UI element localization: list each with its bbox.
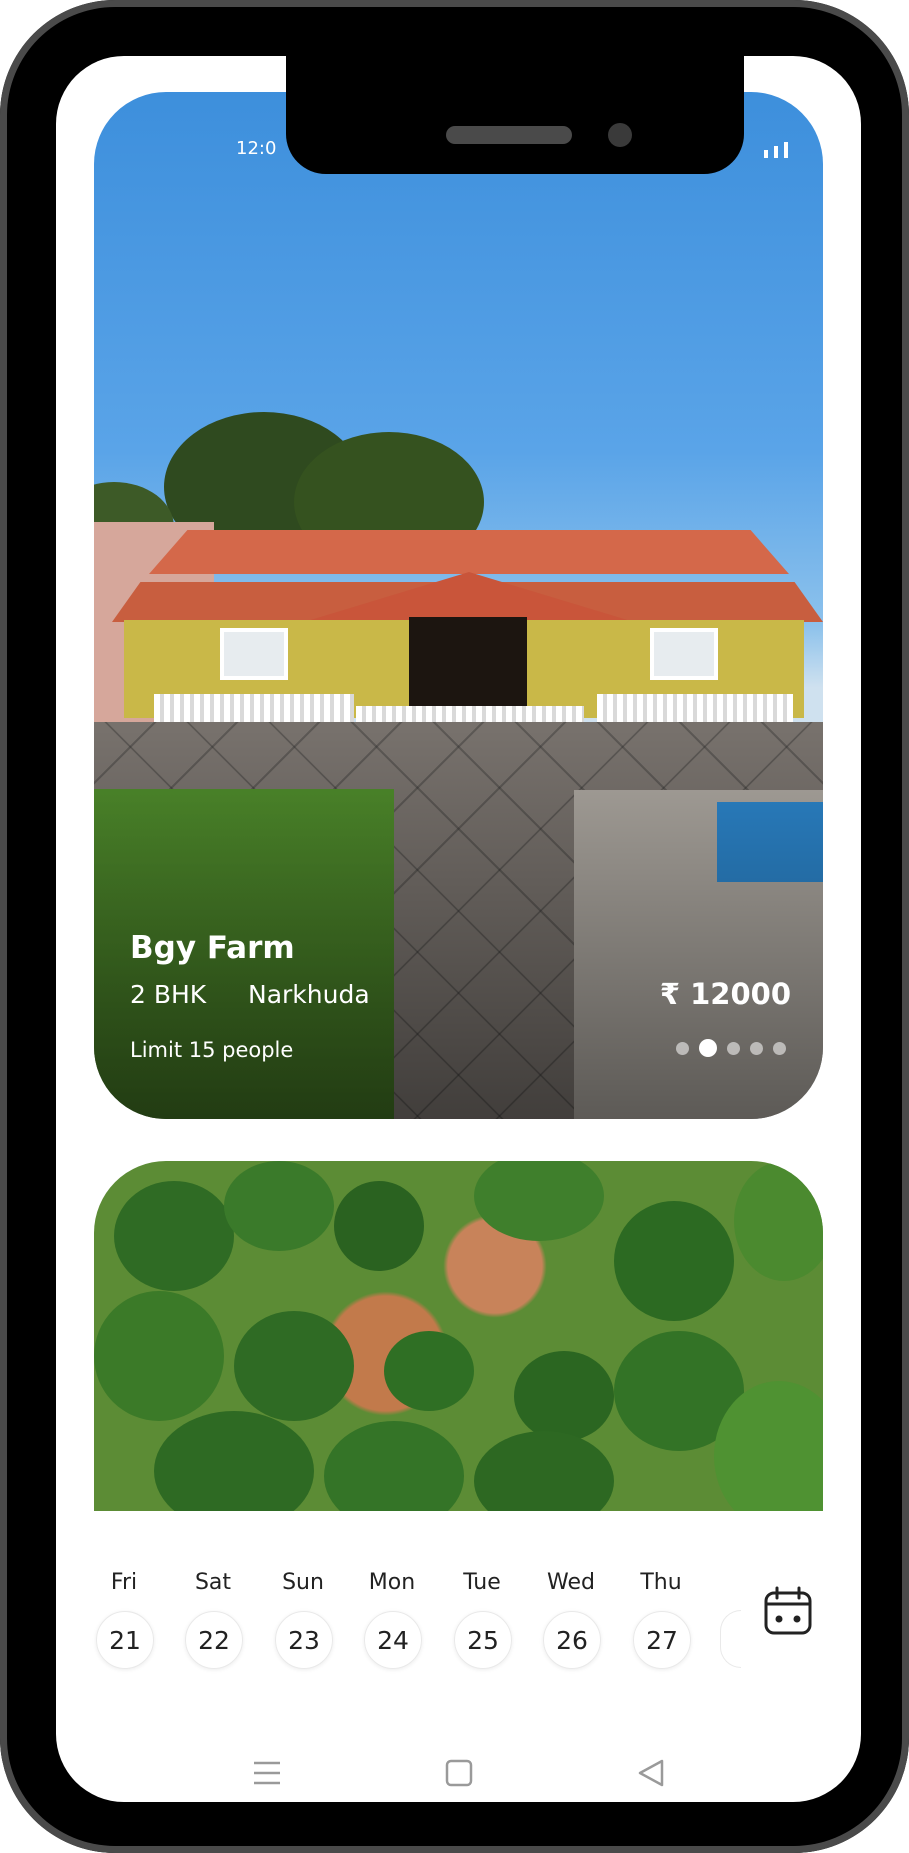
- date-item-partial[interactable]: [720, 1610, 741, 1668]
- back-icon[interactable]: [637, 1758, 665, 1788]
- carousel-dot[interactable]: [750, 1041, 763, 1055]
- tree-canopy: [154, 1411, 314, 1511]
- tree-canopy: [384, 1331, 474, 1411]
- tree-canopy: [114, 1181, 234, 1291]
- day-name: Thu: [640, 1570, 682, 1595]
- day-name: Tue: [463, 1570, 501, 1595]
- tree-canopy: [324, 1421, 464, 1511]
- carousel-dot[interactable]: [773, 1041, 786, 1055]
- date-item[interactable]: Thu 27: [630, 1570, 692, 1669]
- day-number[interactable]: 21: [96, 1611, 154, 1669]
- day-name: Fri: [110, 1570, 138, 1595]
- day-name: Wed: [547, 1570, 595, 1595]
- status-time: 12:0: [236, 138, 277, 159]
- listing-name: Bgy Farm: [130, 930, 295, 966]
- day-name: Mon: [368, 1570, 416, 1595]
- day-number[interactable]: 25: [454, 1611, 512, 1669]
- listing-card[interactable]: Bgy Farm 2 BHK Narkhuda ₹ 12000 Limit 15…: [94, 92, 823, 1119]
- front-camera: [608, 123, 632, 147]
- menu-icon[interactable]: [252, 1758, 282, 1788]
- carousel-dot[interactable]: [727, 1041, 740, 1055]
- tree-canopy: [334, 1181, 424, 1271]
- tree-canopy: [224, 1161, 334, 1251]
- day-number[interactable]: 24: [364, 1611, 422, 1669]
- day-name: Sat: [194, 1570, 232, 1595]
- listing-location: Narkhuda: [248, 980, 370, 1009]
- tree-canopy: [614, 1201, 734, 1321]
- tree-canopy: [474, 1161, 604, 1241]
- day-number[interactable]: 22: [185, 1611, 243, 1669]
- notch: [286, 56, 744, 174]
- tree-canopy: [234, 1311, 354, 1421]
- date-item[interactable]: Sat 22: [182, 1570, 244, 1669]
- carousel-dot-active[interactable]: [699, 1039, 717, 1057]
- listing-price: ₹ 12000: [659, 977, 791, 1011]
- listing-type: 2 BHK: [130, 980, 207, 1009]
- tree-canopy: [474, 1431, 614, 1511]
- date-item[interactable]: Sun 23: [272, 1570, 334, 1669]
- signal-icon: [764, 138, 788, 158]
- day-number[interactable]: 23: [275, 1611, 333, 1669]
- carousel-dot[interactable]: [676, 1041, 689, 1055]
- date-item[interactable]: Mon 24: [361, 1570, 423, 1669]
- tree-canopy: [734, 1161, 823, 1281]
- listing-card-2[interactable]: [94, 1161, 823, 1511]
- day-name: Sun: [282, 1570, 324, 1595]
- date-item[interactable]: Fri 21: [93, 1570, 155, 1669]
- day-number[interactable]: 27: [633, 1611, 691, 1669]
- listing-limit: Limit 15 people: [130, 1038, 294, 1062]
- calendar-icon[interactable]: [763, 1586, 813, 1636]
- day-number[interactable]: 26: [543, 1611, 601, 1669]
- carousel-indicator[interactable]: [676, 1039, 786, 1057]
- speaker-grille: [446, 126, 572, 144]
- tree-canopy: [514, 1351, 614, 1441]
- date-item[interactable]: Wed 26: [540, 1570, 602, 1669]
- home-icon[interactable]: [444, 1758, 474, 1788]
- tree-canopy: [94, 1291, 224, 1421]
- date-item[interactable]: Tue 25: [451, 1570, 513, 1669]
